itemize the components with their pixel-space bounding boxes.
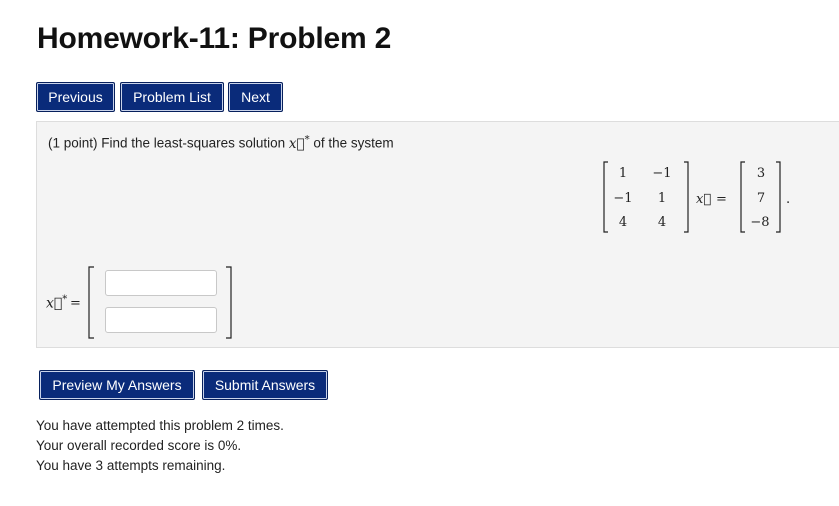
matrix-cell: −1: [652, 166, 671, 181]
score-text: Your overall recorded score is 0%.: [36, 438, 242, 453]
attempt-status: You have attempted this problem 2 times.…: [36, 416, 284, 476]
problem-panel: (1 point) Find the least-squares solutio…: [36, 121, 839, 348]
vector-x: x⃗: [696, 192, 711, 207]
page-title: Homework-11: Problem 2: [37, 22, 392, 55]
rhs-left-bracket: [740, 161, 745, 233]
equals-sign: =: [716, 192, 727, 207]
next-button[interactable]: Next: [228, 82, 283, 112]
matrix-left-bracket: [603, 161, 608, 233]
preview-answers-button[interactable]: Preview My Answers: [39, 370, 195, 400]
rhs-right-bracket: [776, 161, 781, 233]
prompt-suffix: of the system: [313, 135, 394, 151]
previous-button[interactable]: Previous: [36, 82, 115, 112]
rhs-cell: 3: [757, 166, 765, 181]
answer-field-1[interactable]: [105, 270, 217, 296]
matrix-equation: 1 −1 −1 1 4 4 x⃗ = 3 7 −8 .: [603, 161, 790, 233]
answer-area: x⃗* =: [37, 262, 337, 342]
matrix-cell: 1: [619, 166, 627, 181]
period: .: [786, 192, 790, 207]
matrix-cell: −1: [613, 191, 632, 206]
rhs-cell: 7: [757, 191, 765, 206]
answer-vector-label: x⃗*: [46, 294, 68, 312]
problem-list-button[interactable]: Problem List: [120, 82, 224, 112]
submit-answers-button[interactable]: Submit Answers: [202, 370, 328, 400]
attempts-text: You have attempted this problem 2 times.: [36, 418, 284, 433]
remaining-text: You have 3 attempts remaining.: [36, 458, 226, 473]
answer-field-2[interactable]: [105, 307, 217, 333]
prompt-text: (1 point) Find the least-squares solutio…: [48, 135, 286, 151]
vector-x-symbol: x⃗*: [288, 134, 310, 152]
matrix-cell: 1: [658, 191, 666, 206]
rhs-cell: −8: [750, 215, 769, 230]
answer-equals: =: [70, 296, 81, 311]
matrix-cell: 4: [619, 215, 627, 230]
matrix-cell: 4: [658, 215, 666, 230]
problem-prompt: (1 point) Find the least-squares solutio…: [48, 134, 394, 152]
matrix-right-bracket: [684, 161, 689, 233]
